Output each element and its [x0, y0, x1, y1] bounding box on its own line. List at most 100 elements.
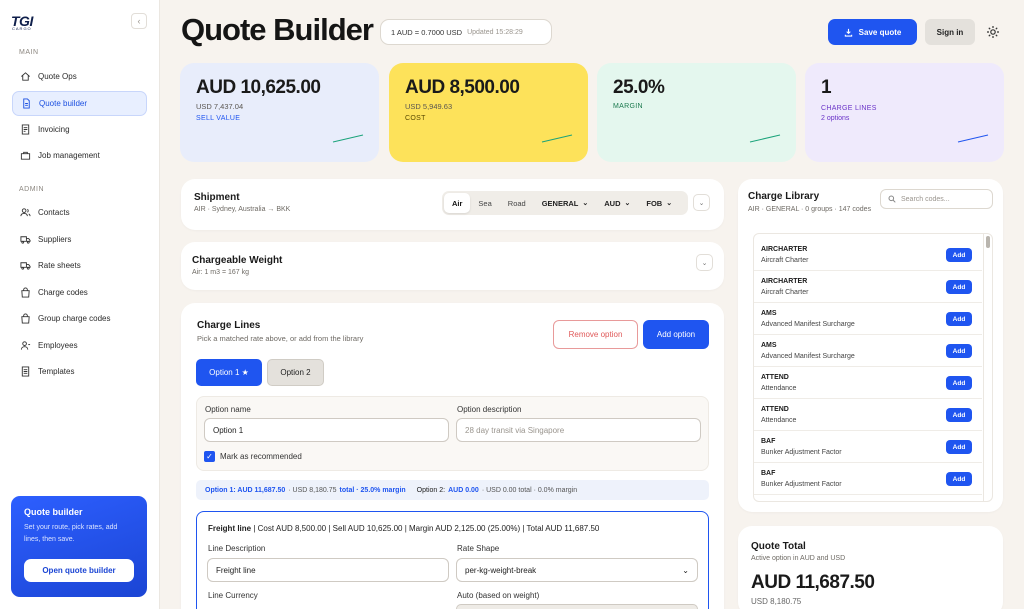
scroll-thumb[interactable]: [986, 236, 990, 248]
add-charge-button[interactable]: Add: [946, 312, 972, 326]
shipment-expand-button[interactable]: ⌄: [693, 194, 710, 211]
option2-summary-aud: AUD 0.00: [448, 486, 479, 494]
commodity-select[interactable]: GENERAL ⌄: [534, 193, 597, 213]
remove-option-button[interactable]: Remove option: [553, 320, 638, 349]
library-search-input[interactable]: Search codes...: [880, 189, 993, 209]
charge-code: ATTEND: [761, 406, 789, 413]
list-item: AIRCHARTER Aircraft Charter Add: [754, 239, 982, 271]
sidebar-item-job-management[interactable]: Job management: [12, 143, 147, 168]
search-placeholder: Search codes...: [901, 195, 950, 203]
kpi-sub: USD 7,437.04: [196, 102, 244, 111]
kpi-label: MARGIN: [613, 103, 643, 110]
user-icon: [19, 340, 31, 352]
sidebar-item-label: Group charge codes: [38, 314, 111, 323]
charge-description: Bunker Adjustment Factor: [761, 449, 842, 456]
logo-subtitle: CARGO: [12, 26, 32, 31]
line-head: Freight line: [208, 524, 252, 533]
list-item: ATTEND Attendance Add: [754, 367, 982, 399]
auto-weight-field[interactable]: [456, 604, 698, 609]
page-title: Quote Builder: [181, 12, 374, 47]
sidebar-item-label: Quote builder: [39, 99, 88, 108]
charge-description: Advanced Manifest Surcharge: [761, 353, 855, 360]
chevron-down-icon: ⌄: [698, 199, 705, 207]
mode-air[interactable]: Air: [444, 193, 471, 213]
sidebar-item-templates[interactable]: Templates: [12, 359, 147, 384]
add-charge-button[interactable]: Add: [946, 376, 972, 390]
option1-summary-total: total · 25.0% margin: [339, 486, 406, 494]
promo-text: Set your route, pick rates, add lines, t…: [24, 524, 118, 543]
incoterm-select[interactable]: FOB ⌄: [638, 193, 680, 213]
kpi-charge-lines: 1 CHARGE LINES 2 options: [805, 63, 1004, 162]
sidebar-item-label: Invoicing: [38, 125, 70, 134]
charge-lines-title: Charge Lines: [197, 320, 261, 331]
sidebar-item-quote-builder[interactable]: Quote builder: [12, 91, 147, 116]
add-charge-button[interactable]: Add: [946, 344, 972, 358]
charge-description: Attendance: [761, 417, 797, 424]
sidebar-item-charge-codes[interactable]: Charge codes: [12, 280, 147, 305]
exchange-rate-pill: 1 AUD = 0.7000 USD Updated 15:28:29: [380, 19, 552, 45]
charge-description: Attendance: [761, 385, 797, 392]
sidebar-item-label: Rate sheets: [38, 261, 81, 270]
tab-option-1[interactable]: Option 1 ★: [196, 359, 262, 386]
sidebar-item-quote-ops[interactable]: Quote Ops: [12, 64, 147, 89]
line-description-input[interactable]: Freight line: [207, 558, 449, 582]
quote-total-card: Quote Total Active option in AUD and USD…: [738, 526, 1003, 609]
promo-title: Quote builder: [24, 507, 83, 517]
quote-total-title: Quote Total: [751, 541, 806, 552]
rate-shape-select[interactable]: per-kg-weight-break ⌄: [456, 558, 698, 582]
add-charge-button[interactable]: Add: [946, 440, 972, 454]
add-charge-button[interactable]: Add: [946, 280, 972, 294]
sidebar-item-label: Contacts: [38, 208, 70, 217]
kpi-margin: 25.0% MARGIN: [597, 63, 796, 162]
line-summary: Freight line | Cost AUD 8,500.00 | Sell …: [208, 524, 599, 533]
library-sub: AIR · GENERAL · 0 groups · 147 codes: [748, 206, 872, 213]
sidebar-item-rate-sheets[interactable]: Rate sheets: [12, 253, 147, 278]
chevron-down-icon: ⌄: [582, 200, 589, 207]
charge-description: Advanced Manifest Surcharge: [761, 321, 855, 328]
option1-summary-head: Option 1: AUD 11,687.50: [205, 486, 286, 494]
recommended-checkbox[interactable]: ✓: [204, 451, 215, 462]
sign-in-button[interactable]: Sign in: [925, 19, 975, 45]
option-name-input[interactable]: Option 1: [204, 418, 449, 442]
charge-code: BAF: [761, 470, 776, 477]
option-description-input[interactable]: 28 day transit via Singapore: [456, 418, 701, 442]
option-description-label: Option description: [457, 405, 522, 414]
sidebar-item-employees[interactable]: Employees: [12, 333, 147, 358]
truck-icon: [19, 260, 31, 272]
sidebar-item-label: Templates: [38, 367, 75, 376]
sparkline-icon: [749, 134, 781, 143]
sidebar-item-suppliers[interactable]: Suppliers: [12, 227, 147, 252]
charge-code: AMS: [761, 310, 777, 317]
kpi-value: 1: [821, 77, 832, 98]
gear-icon[interactable]: [985, 24, 1001, 40]
truck-icon: [19, 234, 31, 246]
list-item: BAF Bunker Adjustment Factor Add: [754, 431, 982, 463]
mode-road[interactable]: Road: [500, 193, 534, 213]
charge-code: AIRCHARTER: [761, 278, 808, 285]
add-charge-button[interactable]: Add: [946, 248, 972, 262]
sidebar-item-contacts[interactable]: Contacts: [12, 200, 147, 225]
sparkline-icon: [541, 134, 573, 143]
sparkline-icon: [957, 134, 989, 143]
sidebar: TGI CARGO ‹ MAIN Quote Ops Quote builder…: [0, 0, 160, 609]
home-icon: [19, 71, 31, 83]
shipment-title: Shipment: [194, 192, 240, 203]
weight-expand-button[interactable]: ⌄: [696, 254, 713, 271]
library-title: Charge Library: [748, 191, 820, 202]
add-charge-button[interactable]: Add: [946, 472, 972, 486]
currency-select[interactable]: AUD ⌄: [596, 193, 638, 213]
bag-icon: [19, 287, 31, 299]
library-scrollbar[interactable]: [983, 233, 992, 502]
sidebar-item-invoicing[interactable]: Invoicing: [12, 117, 147, 142]
commodity-value: GENERAL: [541, 198, 579, 208]
save-quote-button[interactable]: Save quote: [828, 19, 917, 45]
currency-value: AUD: [604, 198, 621, 208]
collapse-sidebar-button[interactable]: ‹: [131, 13, 147, 29]
add-charge-button[interactable]: Add: [946, 408, 972, 422]
sidebar-item-group-charge-codes[interactable]: Group charge codes: [12, 306, 147, 331]
list-item: AMS Advanced Manifest Surcharge Add: [754, 335, 982, 367]
add-option-button[interactable]: Add option: [643, 320, 709, 349]
open-quote-builder-button[interactable]: Open quote builder: [24, 559, 134, 582]
tab-option-2[interactable]: Option 2: [267, 359, 324, 386]
mode-sea[interactable]: Sea: [470, 193, 499, 213]
